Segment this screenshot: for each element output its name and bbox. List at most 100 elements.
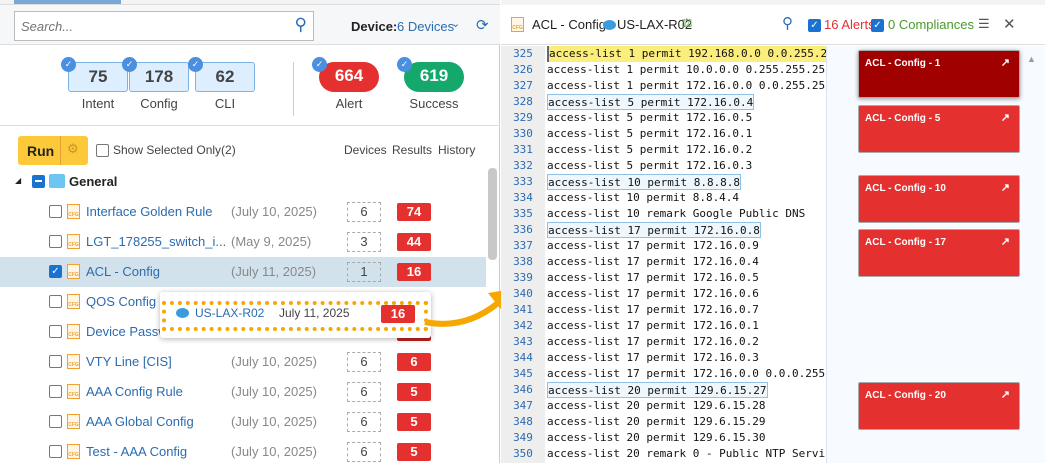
rule-name[interactable]: AAA Config Rule [86, 384, 183, 399]
config-file-icon: CFG [67, 354, 80, 369]
row-checkbox[interactable] [49, 445, 62, 458]
folder-icon [49, 174, 65, 188]
device-count[interactable]: 6 [347, 202, 381, 222]
code-line: access-list 20 remark 0 - Public NTP Ser… [547, 447, 826, 460]
alert-card[interactable]: ACL - Config - 17 ↗ [858, 229, 1020, 277]
popup-result-count[interactable]: 16 [381, 305, 415, 323]
result-count[interactable]: 16 [397, 263, 431, 281]
rule-row[interactable]: CFG AAA Global Config (July 10, 2025) 6 5 [0, 407, 486, 437]
alert-card[interactable]: ACL - Config - 1 ↗ [858, 50, 1020, 98]
result-count[interactable]: 6 [397, 353, 431, 371]
search-icon[interactable]: ⚲ [782, 14, 793, 32]
search-row: ⚲ Device: 6 Devices ⌄ ⟳ [0, 5, 500, 45]
external-link-icon[interactable]: ↗ [1001, 56, 1010, 69]
show-selected-checkbox[interactable] [96, 144, 109, 157]
chevron-down-icon[interactable]: ⌄ [451, 17, 460, 30]
search-icon[interactable]: ⚲ [295, 15, 307, 35]
check-icon: ✓ [122, 57, 137, 72]
rule-name[interactable]: Test - AAA Config [86, 444, 187, 459]
divider [60, 136, 61, 165]
device-count[interactable]: 6 [347, 352, 381, 372]
line-number: 332 [513, 159, 533, 172]
stat-label: CLI [214, 96, 236, 111]
router-icon [603, 20, 616, 30]
scrollbar[interactable] [488, 168, 497, 260]
stat-cli-button[interactable]: 62 [195, 62, 255, 92]
row-checkbox[interactable] [49, 235, 62, 248]
stat-config-button[interactable]: 178 [129, 62, 189, 92]
row-checkbox[interactable] [49, 415, 62, 428]
device-count[interactable]: 6 [347, 412, 381, 432]
alert-card[interactable]: ACL - Config - 10 ↗ [858, 175, 1020, 223]
close-icon[interactable]: ✕ [1003, 15, 1016, 33]
stat-label: Success [409, 96, 459, 111]
result-count[interactable]: 74 [397, 203, 431, 221]
device-count[interactable]: 3 [347, 232, 381, 252]
device-count[interactable]: 6 [347, 382, 381, 402]
scroll-up-icon[interactable]: ▲ [1027, 54, 1036, 64]
rule-row[interactable]: ✓ CFG ACL - Config (July 11, 2025) 1 16 [0, 257, 486, 287]
rule-row[interactable]: CFG AAA Config Rule (July 10, 2025) 6 5 [0, 377, 486, 407]
alert-card[interactable]: ACL - Config - 20 ↗ [858, 382, 1020, 430]
row-checkbox[interactable] [49, 385, 62, 398]
folder-checkbox[interactable] [32, 175, 45, 188]
line-number: 341 [513, 303, 533, 316]
active-tab-indicator[interactable] [14, 0, 121, 4]
alerts-checkbox[interactable]: ✓ [808, 19, 821, 32]
line-number: 327 [513, 79, 533, 92]
rule-row[interactable]: CFG LGT_178255_switch_i... (May 9, 2025) 3 4… [0, 227, 486, 257]
stat-success-button[interactable]: 619 [404, 62, 464, 92]
row-checkbox[interactable] [49, 295, 62, 308]
row-checkbox[interactable] [49, 325, 62, 338]
code-line: access-list 10 permit 8.8.4.4 [547, 191, 740, 204]
line-number: 337 [513, 239, 533, 252]
popup-device-link[interactable]: US-LAX-R02 [195, 306, 264, 320]
external-link-icon[interactable]: ↗ [1001, 181, 1010, 194]
list-icon[interactable]: ☰ [978, 16, 990, 32]
rule-name[interactable]: Device Passw [86, 324, 168, 339]
stat-intent-button[interactable]: 75 [68, 62, 128, 92]
refresh-icon[interactable]: ⟳ [476, 16, 489, 34]
device-count[interactable]: 6 [347, 442, 381, 462]
compare-scale-icon[interactable]: ⚖ [681, 15, 693, 31]
device-selector[interactable]: 6 Devices [397, 19, 454, 34]
rule-name[interactable]: QOS Config C [86, 294, 169, 309]
result-count[interactable]: 44 [397, 233, 431, 251]
rule-name[interactable]: AAA Global Config [86, 414, 194, 429]
code-line: access-list 20 permit 129.6.15.29 [547, 415, 766, 428]
row-checkbox[interactable] [49, 205, 62, 218]
rule-date: (July 10, 2025) [231, 444, 317, 459]
code-line: access-list 5 permit 172.16.0.4 [547, 94, 755, 110]
result-count[interactable]: 5 [397, 413, 431, 431]
compliances-checkbox[interactable]: ✓ [871, 19, 884, 32]
row-checkbox[interactable]: ✓ [49, 265, 62, 278]
alert-card[interactable]: ACL - Config - 5 ↗ [858, 105, 1020, 153]
rule-row[interactable]: CFG Interface Golden Rule (July 10, 2025) 6… [0, 197, 486, 227]
rule-date: (July 11, 2025) [231, 264, 317, 279]
rule-name[interactable]: VTY Line [CIS] [86, 354, 172, 369]
search-input[interactable] [15, 12, 275, 40]
stat-alert-button[interactable]: 664 [319, 62, 379, 92]
result-count[interactable]: 5 [397, 443, 431, 461]
line-number: 326 [513, 63, 533, 76]
stat-label: Alert [335, 96, 363, 111]
column-devices: Devices [344, 143, 387, 157]
rule-name[interactable]: Interface Golden Rule [86, 204, 212, 219]
device-count[interactable]: 1 [347, 262, 381, 282]
collapse-triangle-icon[interactable]: ◢ [15, 176, 21, 185]
config-file-icon: CFG [67, 234, 80, 249]
rule-row[interactable]: CFG VTY Line [CIS] (July 10, 2025) 6 6 [0, 347, 486, 377]
external-link-icon[interactable]: ↗ [1001, 111, 1010, 124]
external-link-icon[interactable]: ↗ [1001, 235, 1010, 248]
result-count[interactable]: 5 [397, 383, 431, 401]
rule-name[interactable]: ACL - Config [86, 264, 160, 279]
run-button[interactable]: Run ⚙ [18, 136, 88, 165]
config-file-icon: CFG [67, 324, 80, 339]
gear-icon[interactable]: ⚙ [67, 141, 79, 157]
external-link-icon[interactable]: ↗ [1001, 388, 1010, 401]
row-checkbox[interactable] [49, 355, 62, 368]
viewer-header: CFG ACL - Config US-LAX-R02 ⚖ ⚲ ✓ 16 Ale… [501, 5, 1045, 45]
code-line: access-list 17 permit 172.16.0.6 [547, 287, 759, 300]
rule-date: (July 10, 2025) [231, 204, 317, 219]
rule-name[interactable]: LGT_178255_switch_i... [86, 234, 226, 249]
